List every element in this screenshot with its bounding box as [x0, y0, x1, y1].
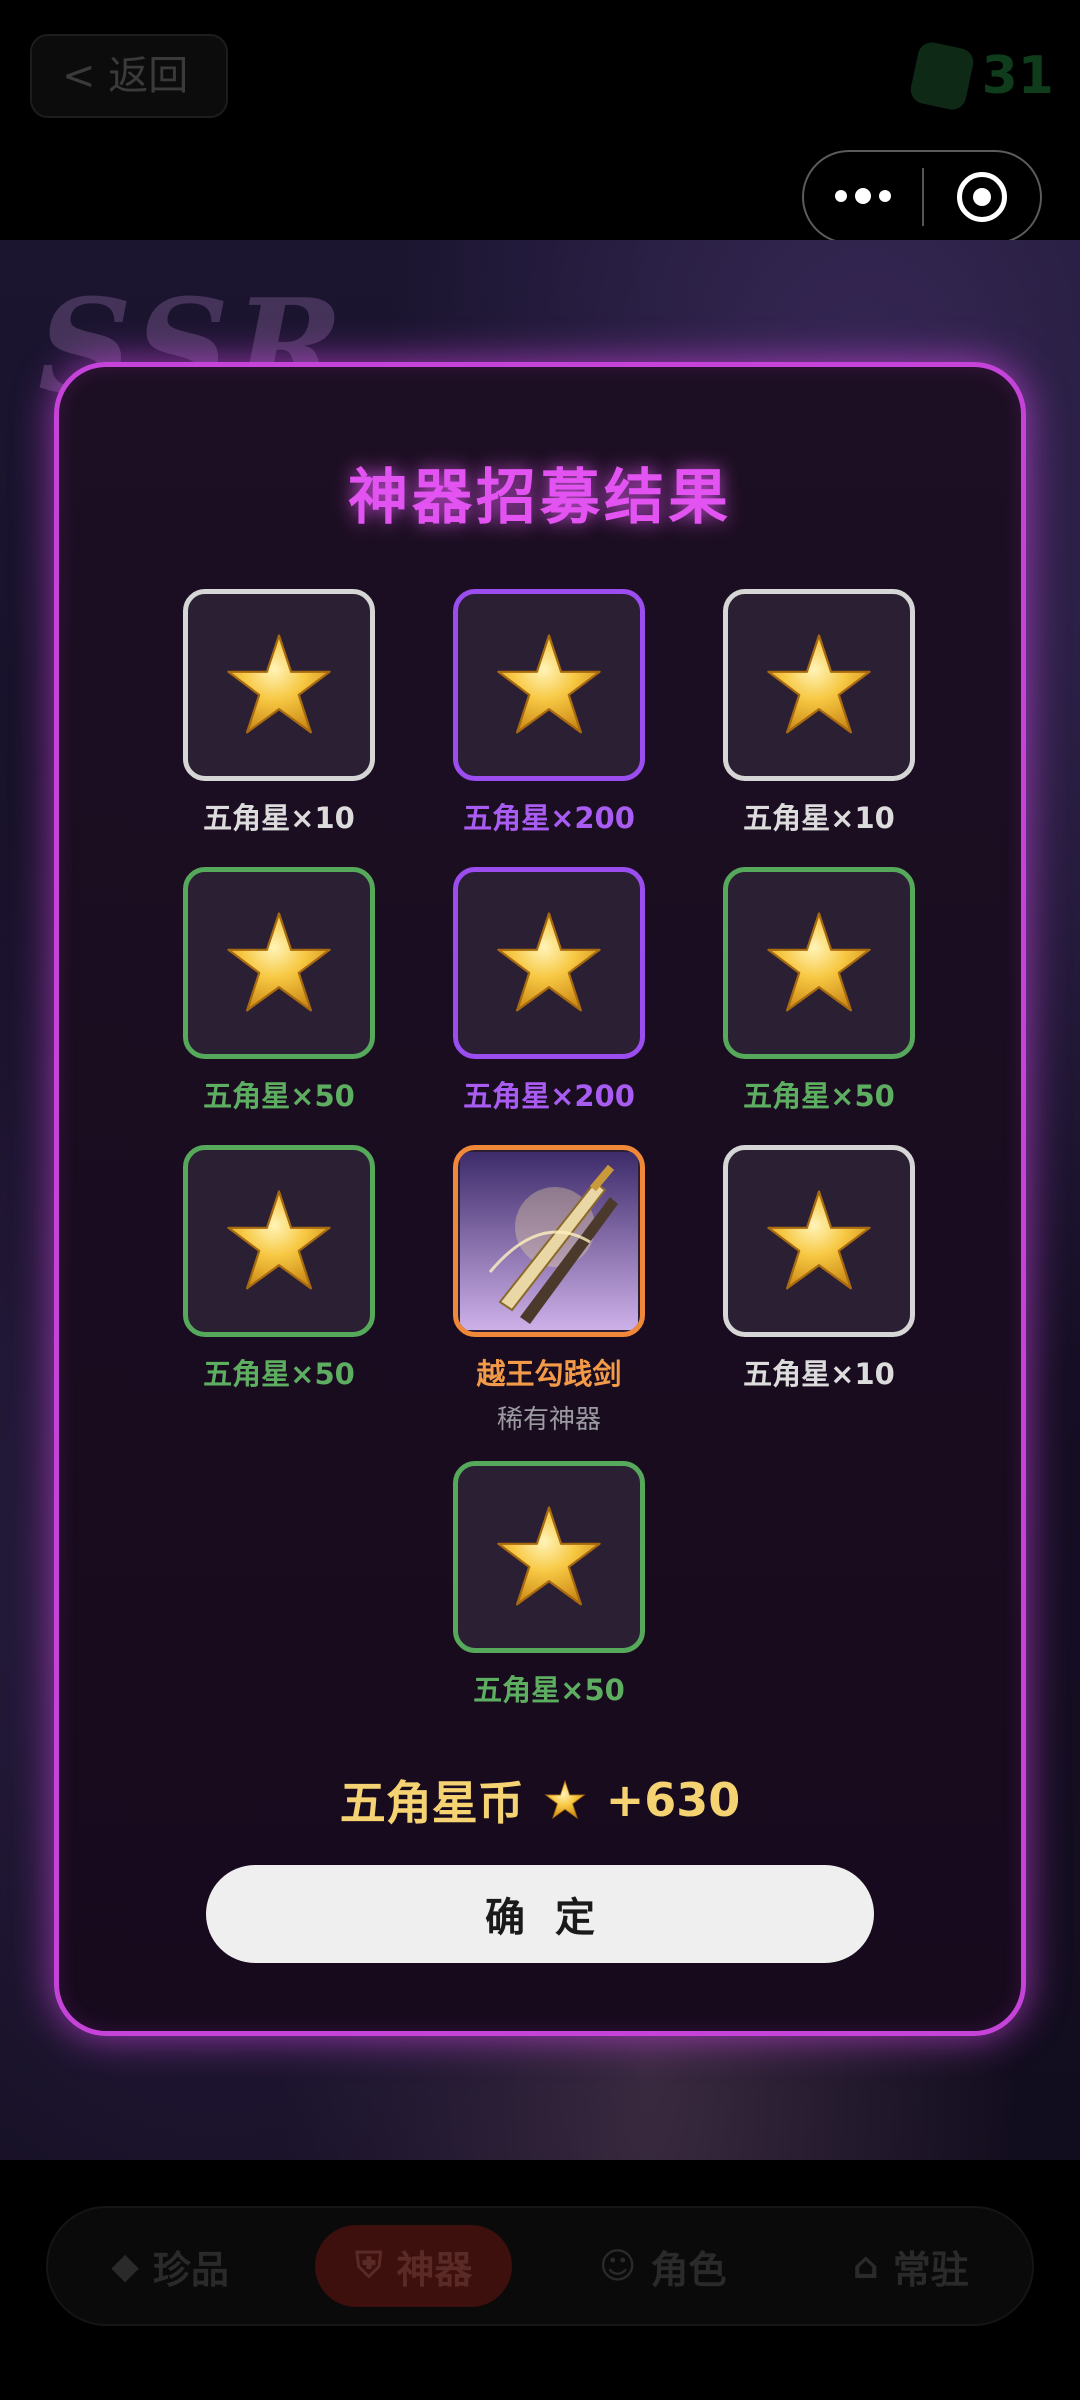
- tab-2[interactable]: ☺ 角色: [559, 2225, 767, 2307]
- reward-item: 五角星×10: [719, 589, 919, 837]
- bottom-nav: ◆ 珍品 ⛨ 神器 ☺ 角色 ⌂ 常驻: [0, 2160, 1080, 2400]
- total-value: +630: [605, 1773, 741, 1827]
- star-icon: [227, 912, 331, 1012]
- reward-item: 越王勾践剑 稀有神器: [449, 1145, 649, 1436]
- tab-0[interactable]: ◆ 珍品: [71, 2225, 269, 2307]
- gem-icon: [907, 39, 976, 113]
- star-icon: [767, 634, 871, 734]
- recruit-result-dialog: 神器招募结果 五角星×10 五角星×200 五角星×10 五角星×50 五角星×200 五…: [54, 362, 1026, 2036]
- star-icon: [767, 1190, 871, 1290]
- reward-frame: [723, 867, 915, 1059]
- bank-icon: ⌂: [852, 2245, 879, 2287]
- star-icon: [767, 912, 871, 1012]
- sword-image: [453, 1145, 645, 1337]
- reward-label: 五角星×50: [743, 1079, 895, 1113]
- reward-label: 五角星×50: [473, 1673, 625, 1707]
- reward-item: 五角星×200: [449, 589, 649, 837]
- reward-label: 越王勾践剑: [476, 1357, 622, 1391]
- gem-count: 31: [981, 46, 1054, 106]
- star-icon: [227, 1190, 331, 1290]
- tab-3[interactable]: ⌂ 常驻: [813, 2225, 1009, 2307]
- reward-label: 五角星×10: [743, 801, 895, 835]
- reward-frame: [183, 589, 375, 781]
- reward-label: 五角星×200: [463, 1079, 635, 1113]
- reward-label: 五角星×10: [203, 801, 355, 835]
- confirm-button[interactable]: 确定: [206, 1865, 874, 1963]
- miniprogram-capsule: [802, 150, 1042, 244]
- tab-label: 神器: [396, 2247, 473, 2292]
- star-icon: [544, 1779, 586, 1820]
- tab-label: 珍品: [152, 2247, 229, 2292]
- star-icon: [227, 634, 331, 734]
- gem-counter: 31: [907, 39, 1054, 113]
- reward-label: 五角星×50: [203, 1357, 355, 1391]
- diamond-icon: ◆: [111, 2245, 139, 2287]
- reward-label: 五角星×50: [203, 1079, 355, 1113]
- reward-frame: [453, 1461, 645, 1653]
- reward-frame: [723, 589, 915, 781]
- reward-item: 五角星×50: [179, 867, 379, 1115]
- back-button[interactable]: < 返回: [30, 34, 228, 118]
- reward-frame: [453, 867, 645, 1059]
- reward-item: 五角星×50: [449, 1461, 649, 1709]
- total-label: 五角星币: [339, 1776, 524, 1830]
- sword-icon: [460, 1152, 638, 1330]
- reward-frame: [183, 867, 375, 1059]
- tab-label: 角色: [650, 2247, 727, 2292]
- reward-rarity: 稀有神器: [496, 1405, 601, 1435]
- more-icon[interactable]: [804, 188, 922, 204]
- tab-bar: ◆ 珍品 ⛨ 神器 ☺ 角色 ⌂ 常驻: [46, 2206, 1034, 2326]
- star-icon: [497, 634, 601, 734]
- reward-item: 五角星×10: [719, 1145, 919, 1393]
- tab-label: 常驻: [892, 2247, 969, 2292]
- target-icon: [957, 172, 1007, 222]
- reward-frame: [453, 589, 645, 781]
- total-reward: 五角星币 +630: [59, 1767, 1021, 1833]
- reward-label: 五角星×200: [463, 801, 635, 835]
- reward-frame: [183, 1145, 375, 1337]
- star-icon: [497, 912, 601, 1012]
- top-bar: < 返回 31: [0, 0, 1080, 244]
- reward-item: 五角星×50: [179, 1145, 379, 1393]
- tab-1[interactable]: ⛨ 神器: [315, 2225, 513, 2307]
- reward-label: 五角星×10: [743, 1357, 895, 1391]
- mask-icon: ☺: [598, 2245, 637, 2287]
- shield-icon: ⛨: [355, 2245, 383, 2286]
- reward-item: 五角星×10: [179, 589, 379, 837]
- star-icon: [497, 1506, 601, 1606]
- reward-item: 五角星×50: [719, 867, 919, 1115]
- reward-item: 五角星×200: [449, 867, 649, 1115]
- reward-frame: [723, 1145, 915, 1337]
- dialog-title: 神器招募结果: [348, 463, 732, 533]
- close-miniprogram-button[interactable]: [924, 172, 1040, 222]
